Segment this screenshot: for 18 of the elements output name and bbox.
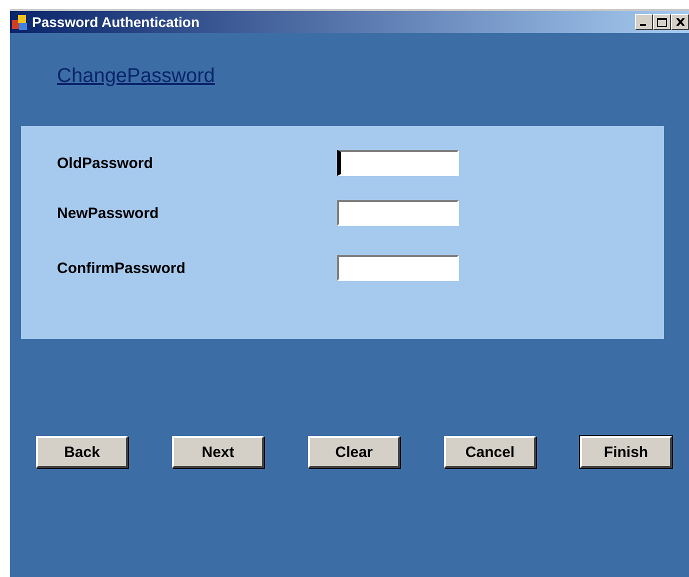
password-field[interactable]: [337, 255, 459, 281]
close-icon: [676, 18, 684, 26]
field-label: ConfirmPassword: [57, 260, 186, 276]
dialog-button[interactable]: Cancel: [444, 436, 536, 468]
maximize-icon: [657, 18, 667, 26]
dialog-button[interactable]: Back: [36, 436, 128, 468]
field-label: OldPassword: [57, 154, 154, 172]
field-label: NewPassword: [57, 204, 160, 222]
app-icon: [11, 13, 29, 31]
window-title: Password Authentication: [32, 14, 201, 30]
minimize-button[interactable]: [635, 14, 653, 30]
maximize-button[interactable]: [653, 14, 671, 30]
dialog-button[interactable]: Clear: [308, 436, 400, 468]
close-button[interactable]: [671, 14, 689, 30]
password-field[interactable]: [337, 200, 459, 226]
dialog-button[interactable]: Next: [172, 436, 264, 468]
password-field[interactable]: [337, 150, 459, 176]
dialog-button[interactable]: Finish: [580, 436, 672, 468]
